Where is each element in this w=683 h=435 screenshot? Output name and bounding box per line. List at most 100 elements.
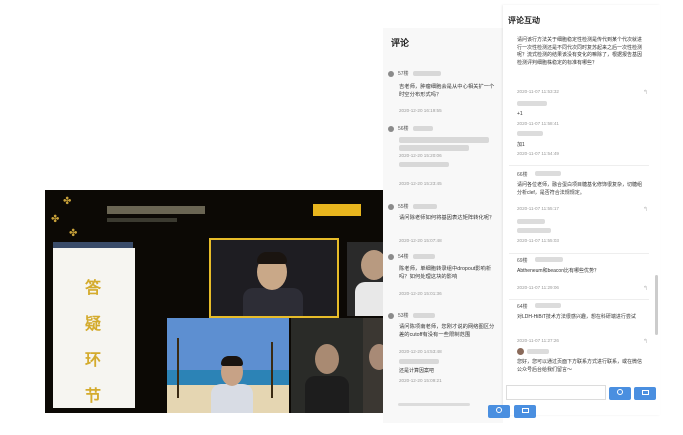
- divider: [509, 165, 649, 166]
- username-blur: [413, 126, 433, 131]
- username-blur: [413, 313, 435, 318]
- comment-time: 2020-12-20 15:07:48: [399, 238, 442, 243]
- avatar: [388, 126, 394, 132]
- qa-session-card: 答 疑 环 节: [53, 248, 135, 408]
- brand-logo: [313, 204, 361, 216]
- card-char: 环: [85, 350, 102, 369]
- comment-item: 53楼 请问陈项南老师，您刚才说的网络图区分差的cutoff有没有一些限制范围 …: [383, 312, 503, 412]
- comment-text: 请问陈项南老师，您刚才说的网络图区分差的cutoff有没有一些限制范围: [399, 324, 495, 338]
- emoji-icon: [496, 407, 502, 414]
- reply-time: 2020-11-07 11:58:41: [517, 121, 559, 126]
- reply-text: 您好，您可以通过页面下方联系方式进行联系，或在微信公众号后台给我们留言～: [517, 359, 643, 373]
- reply-text: +1: [517, 111, 523, 117]
- person-body: [243, 288, 303, 316]
- comments-panel: 评论 57楼 吉老师，肿瘤细胞会是从中心相关扩一个时空分布形式吗？ 2020-1…: [383, 28, 503, 423]
- interaction-scrollbar[interactable]: [655, 275, 658, 335]
- slide-title: [107, 206, 205, 214]
- hair: [221, 356, 243, 366]
- username-blur: [413, 71, 441, 76]
- username-blur: [535, 257, 563, 262]
- person-body: [305, 376, 349, 413]
- reply-time: 2020-11-07 11:55:03: [517, 238, 559, 243]
- hair: [257, 252, 287, 264]
- message-text: Abtheneum和beacon比有哪些优势？: [517, 268, 599, 274]
- message-time: 2020-11-07 11:53:32: [517, 89, 559, 94]
- comment-item: 57楼 吉老师，肿瘤细胞会是从中心相关扩一个时空分布形式吗？ 2020-12-2…: [383, 70, 503, 120]
- interaction-title: 评论互动: [508, 16, 540, 25]
- person-head: [315, 344, 339, 374]
- comment-floor: 57楼: [398, 71, 409, 77]
- username-blur: [527, 349, 549, 354]
- message-text: 请问各位老师，融合蛋白项目糖基化修饰很复杂，切糖组分析clef，是否符合法规规定…: [517, 182, 643, 196]
- message-input[interactable]: [506, 385, 606, 400]
- username-blur: [413, 204, 437, 209]
- comment-floor: 54楼: [398, 254, 409, 260]
- slide-subtitle: [107, 218, 177, 222]
- video-tile-participant[interactable]: [291, 318, 363, 413]
- image-icon: [521, 407, 529, 413]
- avatar: [388, 204, 394, 210]
- ornament-icon: ✤: [63, 196, 72, 207]
- ornament-icon: ✤: [69, 228, 78, 239]
- comment-time: 2020-12-20 14:53:48: [399, 349, 442, 354]
- ornament-icon: ✤: [51, 214, 60, 225]
- avatar: [388, 313, 394, 319]
- message-text: 对LDH-HiBiT技术方法很感兴趣，想在科研端进行尝试: [517, 314, 636, 320]
- divider: [509, 253, 649, 254]
- reply-text-blur: [517, 228, 551, 233]
- username-blur: [517, 131, 543, 136]
- card-char: 节: [85, 386, 102, 405]
- reply-time: 2020-12-20 15:23:45: [399, 181, 442, 186]
- avatar: [517, 348, 524, 355]
- video-tile-speaker[interactable]: [209, 238, 339, 318]
- avatar: [388, 71, 394, 77]
- comment-time: 2020-12-20 15:20:06: [399, 153, 442, 158]
- reply-text: 还是计算因案吧: [399, 368, 435, 374]
- message-floor: 66楼: [517, 172, 528, 178]
- image-icon: [641, 389, 649, 395]
- reply-blur: [399, 162, 449, 167]
- video-tile-beach[interactable]: [167, 318, 289, 413]
- comment-item: 54楼 陈老师，单细胞转录组中dropout影响析吗？如何处理这块的影响 202…: [383, 253, 503, 313]
- live-video[interactable]: ✤ ✤ ✤ ✤ 答 疑 环 节: [45, 190, 390, 413]
- comment-item: 56楼 2020-12-20 15:20:06 2020-12-20 15:23…: [383, 126, 503, 196]
- comment-item: 55楼 请问除老师如何将基因表达矩阵转化呢？ 2020-12-20 15:07:…: [383, 203, 503, 259]
- message-time: 2020-11-07 11:29:06: [517, 285, 559, 290]
- comment-text-blur: [399, 137, 489, 143]
- interaction-panel: 评论互动 请问该行方法关于细胞稳定性检测是传代到某个代次就进行一次性检测还是不同…: [503, 5, 660, 415]
- reply-time: 2020-11-07 11:54:49: [517, 151, 559, 156]
- comment-text: 陈老师，单细胞转录组中dropout影响析吗？如何处理这块的影响: [399, 266, 492, 280]
- comment-time: 2020-12-20 16:19:55: [399, 108, 442, 113]
- comment-image-button[interactable]: [514, 405, 536, 418]
- comment-time: 2020-12-20 15:01:36: [399, 291, 442, 296]
- comment-floor: 53楼: [398, 313, 409, 319]
- username-blur: [535, 303, 561, 308]
- reply-icon[interactable]: ↰: [643, 285, 648, 292]
- comment-emoji-button[interactable]: [488, 405, 510, 418]
- username-blur: [413, 254, 435, 259]
- palm-tree: [177, 338, 179, 398]
- comment-text: 请问除老师如何将基因表达矩阵转化呢？: [399, 215, 495, 221]
- card-char: 疑: [85, 314, 102, 333]
- reply-icon[interactable]: ↰: [643, 89, 648, 96]
- message-text: 请问该行方法关于细胞稳定性检测是传代到某个代次就进行一次性检测还是不同代次同时复…: [517, 37, 643, 66]
- message-floor: 69楼: [517, 258, 528, 264]
- image-button[interactable]: [634, 387, 656, 400]
- reply-icon[interactable]: ↰: [643, 338, 648, 345]
- username-blur: [517, 101, 547, 106]
- message-time: 2020-11-07 11:27:26: [517, 338, 559, 343]
- comment-floor: 55楼: [398, 204, 409, 210]
- comments-scrollbar[interactable]: [398, 403, 470, 406]
- reply-icon[interactable]: ↰: [643, 206, 648, 213]
- emoji-button[interactable]: [609, 387, 631, 400]
- comment-text: 吉老师，肿瘤细胞会是从中心相关扩一个时空分布形式吗？: [399, 84, 495, 98]
- message-time: 2020-11-07 11:55:17: [517, 206, 559, 211]
- palm-tree: [271, 342, 273, 398]
- emoji-icon: [617, 389, 623, 396]
- comments-title: 评论: [391, 38, 410, 48]
- comment-floor: 56楼: [398, 126, 409, 132]
- message-floor: 64楼: [517, 304, 528, 310]
- card-char: 答: [85, 278, 102, 297]
- divider: [509, 299, 649, 300]
- reply-username-blur: [399, 359, 439, 364]
